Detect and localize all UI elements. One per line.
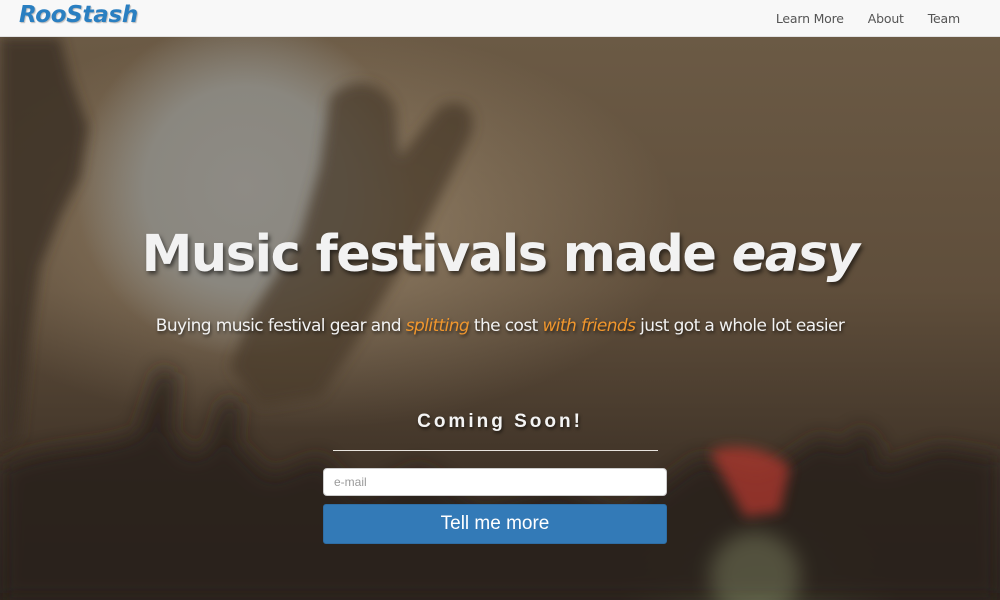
nav-links: Learn More About Team	[752, 0, 960, 37]
divider	[333, 450, 658, 451]
hero-subheadline: Buying music festival gear and splitting…	[0, 316, 1000, 336]
subhead-accent-friends: with friends	[542, 316, 636, 336]
nav-link-about[interactable]: About	[868, 11, 904, 26]
navbar: RooStash Learn More About Team	[0, 0, 1000, 37]
subhead-part-1: Buying music festival gear and	[155, 316, 406, 336]
subhead-part-2: the cost	[469, 316, 543, 336]
subhead-accent-splitting: splitting	[405, 316, 470, 336]
nav-link-learn-more[interactable]: Learn More	[776, 11, 844, 26]
headline-main: Music festivals made	[141, 225, 732, 284]
email-input[interactable]	[323, 468, 667, 496]
nav-link-team[interactable]: Team	[928, 11, 960, 26]
hero-headline: Music festivals made easy	[0, 225, 1000, 284]
coming-soon-heading: Coming Soon!	[417, 411, 583, 432]
brand-logo[interactable]: RooStash	[19, 2, 138, 28]
subhead-part-3: just got a whole lot easier	[635, 316, 845, 336]
headline-emphasis: easy	[731, 225, 860, 284]
hero-section: Music festivals made easy Buying music f…	[0, 37, 1000, 600]
hero-content: Music festivals made easy Buying music f…	[0, 37, 1000, 600]
tell-me-more-button[interactable]: Tell me more	[323, 504, 667, 544]
